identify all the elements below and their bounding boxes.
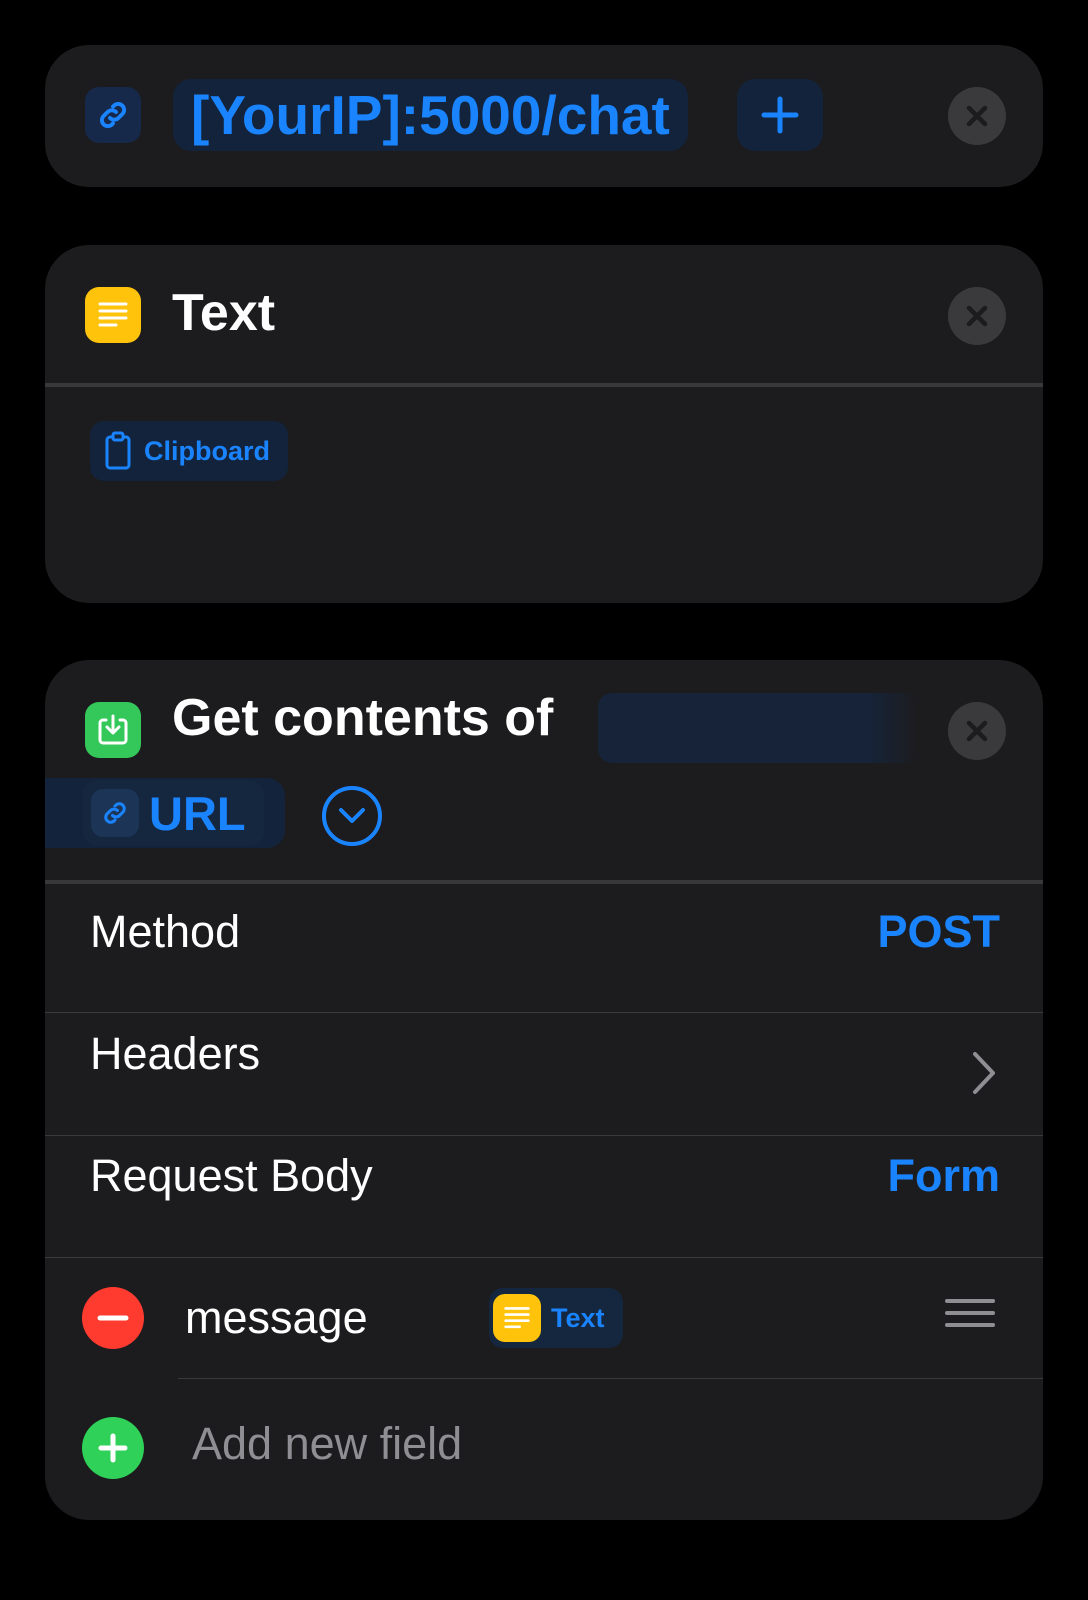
reorder-handle-icon[interactable] [945, 1288, 995, 1338]
add-url-button[interactable] [737, 79, 823, 151]
expand-options-button[interactable] [322, 786, 382, 846]
divider [45, 880, 1043, 884]
request-body-label: Request Body [90, 1150, 373, 1201]
headers-label[interactable]: Headers [90, 1028, 260, 1080]
row-divider [45, 1135, 1043, 1136]
method-value[interactable]: POST [877, 906, 1000, 958]
url-text-token[interactable]: [YourIP]:5000/chat [173, 79, 688, 151]
plus-icon [98, 1433, 128, 1463]
download-icon [85, 702, 141, 758]
add-new-field-label[interactable]: Add new field [192, 1418, 462, 1470]
close-icon [966, 105, 988, 127]
row-divider [178, 1378, 1043, 1379]
remove-text-action-button[interactable] [948, 287, 1006, 345]
link-icon [85, 87, 141, 143]
chevron-down-circle-icon [339, 808, 365, 823]
close-icon [966, 720, 988, 742]
delete-field-button[interactable] [82, 1287, 144, 1349]
remove-get-contents-action-button[interactable] [948, 702, 1006, 760]
link-icon [91, 789, 139, 837]
method-label: Method [90, 906, 241, 957]
text-lines-icon [493, 1294, 541, 1342]
url-variable-token[interactable]: URL [83, 780, 264, 846]
text-action-title: Text [172, 284, 276, 342]
field-value-label: Text [551, 1302, 605, 1333]
remove-url-action-button[interactable] [948, 87, 1006, 145]
plus-icon [761, 96, 799, 134]
get-contents-action-card: Get contents of URL Method POST Headers … [45, 660, 1043, 1520]
request-body-value[interactable]: Form [888, 1150, 1001, 1202]
clipboard-variable-token[interactable]: Clipboard [90, 421, 288, 481]
url-variable-label: URL [149, 786, 246, 840]
close-icon [966, 305, 988, 327]
divider [45, 383, 1043, 387]
clipboard-label: Clipboard [144, 435, 270, 466]
add-field-button[interactable] [82, 1417, 144, 1479]
text-action-card: Text Clipboard [45, 245, 1043, 603]
get-contents-title: Get contents of [172, 689, 554, 747]
url-input-token[interactable] [598, 693, 918, 763]
text-lines-icon [85, 287, 141, 343]
field-key[interactable]: message [185, 1292, 368, 1344]
url-action-card: [YourIP]:5000/chat [45, 45, 1043, 187]
row-divider [45, 1012, 1043, 1013]
chevron-right-icon[interactable] [970, 1050, 998, 1096]
minus-icon [97, 1315, 129, 1321]
clipboard-icon [105, 431, 131, 470]
row-divider [45, 1257, 1043, 1258]
field-value-token[interactable]: Text [489, 1288, 623, 1348]
